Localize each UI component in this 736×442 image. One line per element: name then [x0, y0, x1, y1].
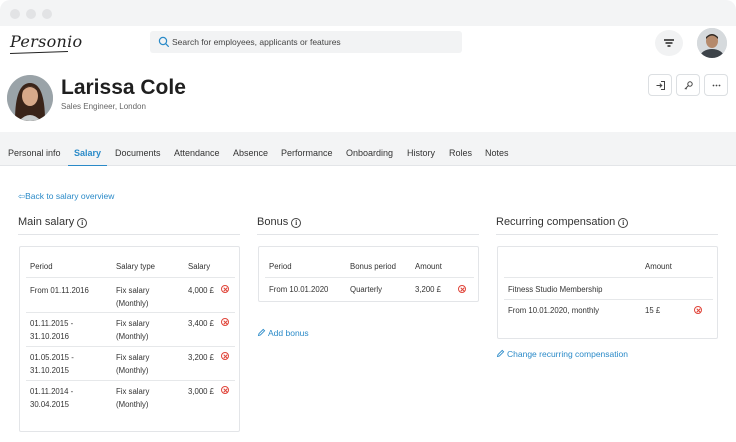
pencil-icon: [496, 349, 505, 358]
tab-absence[interactable]: Absence: [233, 132, 268, 166]
recurring-compensation-title: Recurring compensation i: [496, 216, 629, 228]
bonus-divider: [257, 234, 479, 235]
search-bar[interactable]: [150, 31, 462, 53]
login-as-button[interactable]: [648, 74, 672, 96]
info-icon[interactable]: i: [291, 218, 302, 228]
tab-history[interactable]: History: [407, 132, 435, 166]
user-avatar[interactable]: [697, 28, 727, 58]
info-icon[interactable]: i: [618, 218, 629, 228]
user-avatar-icon: [697, 28, 727, 58]
tab-roles[interactable]: Roles: [449, 132, 472, 166]
access-rights-button[interactable]: [676, 74, 700, 96]
salary-content: ⇦Back to salary overview Main salary i Pe…: [0, 166, 736, 442]
tab-documents[interactable]: Documents: [115, 132, 161, 166]
window-dot-close[interactable]: [10, 9, 20, 19]
change-recurring-compensation-link[interactable]: Change recurring compensation: [496, 349, 628, 359]
column-header-bonus-period: Bonus period: [350, 262, 396, 271]
column-header-salary: Salary: [188, 262, 211, 271]
more-icon: [712, 84, 720, 86]
recurring-compensation-table: Amount Fitness Studio Membership From 10…: [497, 246, 718, 339]
delete-icon[interactable]: [221, 352, 229, 360]
column-header-period: Period: [30, 262, 53, 271]
app-window: Personio Search for employees, applicant…: [0, 0, 736, 442]
filter-icon: [664, 39, 674, 47]
employee-photo-icon: [7, 75, 53, 121]
top-bar: Personio: [0, 26, 736, 62]
column-header-salary-type: Salary type: [116, 262, 156, 271]
more-actions-button[interactable]: [704, 74, 728, 96]
column-header-amount: Amount: [415, 262, 442, 271]
column-header-period: Period: [269, 262, 292, 271]
delete-icon[interactable]: [221, 285, 229, 293]
search-input[interactable]: [172, 34, 452, 50]
window-dot-zoom[interactable]: [42, 9, 52, 19]
column-header-amount: Amount: [645, 262, 672, 271]
delete-icon[interactable]: [221, 318, 229, 326]
profile-tabs: Personal info Salary Documents Attendanc…: [0, 132, 736, 167]
bonus-table: Period Bonus period Amount From 10.01.20…: [258, 246, 479, 302]
filter-button[interactable]: [655, 30, 683, 56]
tab-salary[interactable]: Salary: [67, 132, 108, 167]
tab-attendance[interactable]: Attendance: [174, 132, 220, 166]
login-icon: [656, 80, 665, 90]
employee-subtitle: Sales Engineer, London: [61, 102, 146, 111]
delete-icon[interactable]: [458, 285, 466, 293]
personio-logo[interactable]: Personio: [10, 32, 82, 51]
back-to-salary-overview-link[interactable]: ⇦Back to salary overview: [18, 191, 114, 202]
add-bonus-link[interactable]: Add bonus: [257, 328, 309, 338]
bonus-title: Bonus i: [257, 216, 302, 228]
pencil-icon: [257, 328, 266, 337]
delete-icon[interactable]: [694, 306, 702, 314]
employee-avatar: [7, 75, 53, 121]
delete-icon[interactable]: [221, 386, 229, 394]
tab-onboarding[interactable]: Onboarding: [346, 132, 393, 166]
compensation-group-label: Fitness Studio Membership: [508, 285, 603, 294]
main-salary-title: Main salary i: [18, 216, 88, 228]
tab-personal-info[interactable]: Personal info: [8, 132, 61, 166]
search-icon: [158, 36, 169, 47]
key-icon: [683, 80, 693, 90]
browser-chrome: [0, 0, 736, 26]
window-dot-minimize[interactable]: [26, 9, 36, 19]
recurring-divider: [496, 234, 718, 235]
tab-notes[interactable]: Notes: [485, 132, 509, 166]
profile-header: Larissa Cole Sales Engineer, London: [0, 62, 736, 132]
employee-name: Larissa Cole: [61, 76, 186, 99]
info-icon[interactable]: i: [77, 218, 88, 228]
main-salary-divider: [18, 234, 240, 235]
main-salary-table: Period Salary type Salary From 01.11.201…: [19, 246, 240, 432]
tab-performance[interactable]: Performance: [281, 132, 333, 166]
